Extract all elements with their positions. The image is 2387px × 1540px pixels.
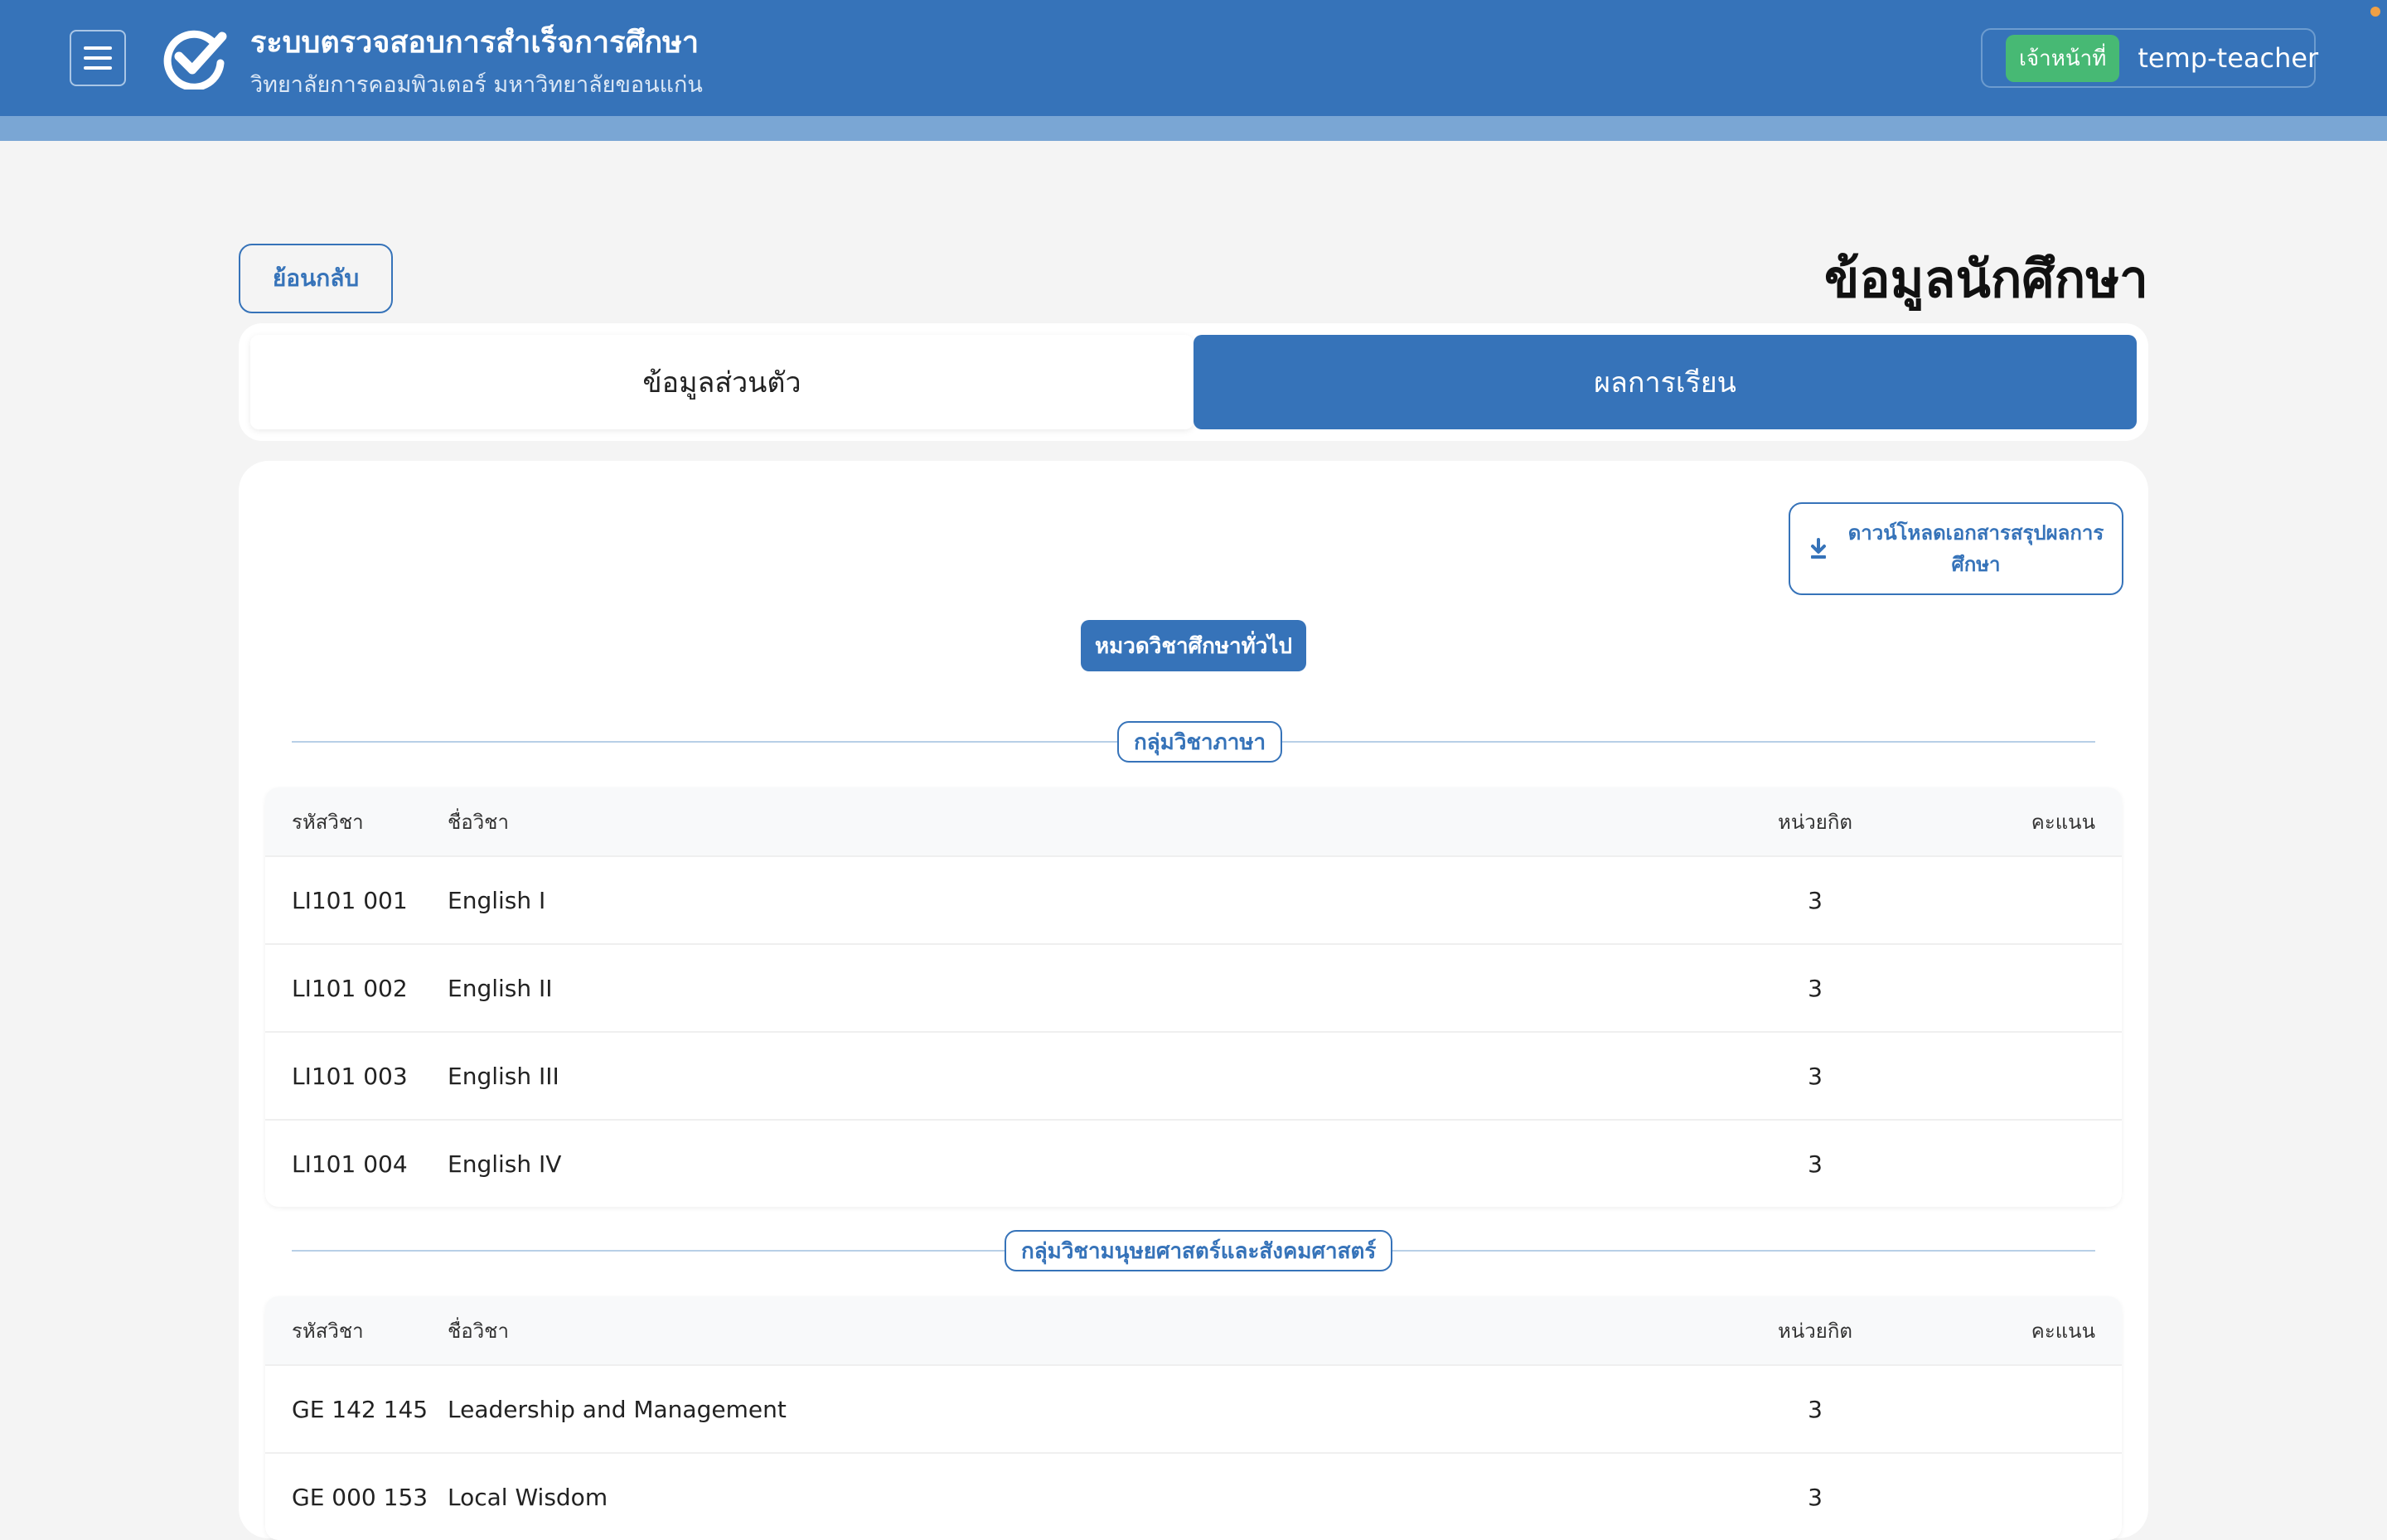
course-credit: 3	[1808, 1483, 1823, 1511]
tab-academic-results[interactable]: ผลการเรียน	[1194, 335, 2137, 429]
course-name: Leadership and Management	[448, 1395, 787, 1423]
column-header-code: รหัสวิชา	[292, 1319, 364, 1343]
course-code: LI101 003	[292, 1062, 408, 1090]
hamburger-icon-line	[84, 66, 112, 70]
column-header-credit: หน่วยกิต	[1778, 810, 1852, 834]
results-card: ดาวน์โหลดเอกสารสรุปผลการศึกษา หมวดวิชาศึ…	[239, 461, 2148, 1540]
table-row: GE 000 153 Local Wisdom 3	[265, 1452, 2122, 1540]
top-navbar: ระบบตรวจสอบการสำเร็จการศึกษา วิทยาลัยการ…	[0, 0, 2387, 116]
column-header-code: รหัสวิชา	[292, 810, 364, 834]
download-summary-label: ดาวน์โหลดเอกสารสรุปผลการศึกษา	[1847, 521, 2104, 576]
course-name: English IV	[448, 1150, 562, 1178]
group-label-humanities: กลุ่มวิชามนุษยศาสตร์และสังคมศาสตร์	[1005, 1230, 1393, 1271]
sub-navbar	[0, 116, 2387, 141]
table-header: รหัสวิชา ชื่อวิชา หน่วยกิต คะแนน	[265, 787, 2122, 855]
page-title: ข้อมูลนักศึกษา	[1824, 249, 2148, 309]
table-row: LI101 003 English III 3	[265, 1031, 2122, 1119]
course-credit: 3	[1808, 1395, 1823, 1423]
course-credit: 3	[1808, 1150, 1823, 1178]
courses-table-humanities: รหัสวิชา ชื่อวิชา หน่วยกิต คะแนน GE 142 …	[265, 1296, 2122, 1540]
column-header-credit: หน่วยกิต	[1778, 1319, 1852, 1343]
hamburger-icon-line	[84, 46, 112, 50]
course-code: LI101 001	[292, 886, 408, 914]
app-subtitle: วิทยาลัยการคอมพิวเตอร์ มหาวิทยาลัยขอนแก่…	[250, 72, 703, 98]
download-icon	[1811, 538, 1826, 559]
download-summary-button[interactable]: ดาวน์โหลดเอกสารสรุปผลการศึกษา	[1789, 502, 2123, 595]
column-header-name: ชื่อวิชา	[448, 810, 509, 834]
course-name: Local Wisdom	[448, 1483, 608, 1511]
table-row: LI101 002 English II 3	[265, 943, 2122, 1031]
course-code: LI101 002	[292, 974, 408, 1002]
app-title: ระบบตรวจสอบการสำเร็จการศึกษา	[250, 26, 700, 60]
notification-dot-icon	[2370, 7, 2380, 17]
column-header-score: คะแนน	[2031, 810, 2095, 834]
hamburger-icon-line	[84, 56, 112, 60]
category-general-education[interactable]: หมวดวิชาศึกษาทั่วไป	[1081, 620, 1306, 671]
table-row: LI101 004 English IV 3	[265, 1119, 2122, 1207]
course-code: GE 000 153	[292, 1483, 428, 1511]
check-circle-icon	[163, 30, 227, 90]
table-row: LI101 001 English I 3	[265, 855, 2122, 943]
course-credit: 3	[1808, 974, 1823, 1002]
table-header: รหัสวิชา ชื่อวิชา หน่วยกิต คะแนน	[265, 1296, 2122, 1364]
course-credit: 3	[1808, 1062, 1823, 1090]
course-code: GE 142 145	[292, 1395, 428, 1423]
course-credit: 3	[1808, 886, 1823, 914]
course-name: English I	[448, 886, 546, 914]
course-name: English III	[448, 1062, 559, 1090]
back-button[interactable]: ย้อนกลับ	[239, 244, 393, 313]
course-code: LI101 004	[292, 1150, 408, 1178]
user-menu[interactable]: เจ้าหน้าที่ temp-teacher	[1981, 28, 2319, 88]
group-label-language: กลุ่มวิชาภาษา	[1117, 721, 1283, 763]
courses-table-language: รหัสวิชา ชื่อวิชา หน่วยกิต คะแนน LI101 0…	[265, 787, 2122, 1207]
tab-bar: ข้อมูลส่วนตัว ผลการเรียน	[239, 323, 2148, 441]
column-header-name: ชื่อวิชา	[448, 1319, 509, 1343]
menu-button[interactable]	[70, 30, 126, 86]
column-header-score: คะแนน	[2031, 1319, 2095, 1343]
course-name: English II	[448, 974, 553, 1002]
table-row: GE 142 145 Leadership and Management 3	[265, 1364, 2122, 1452]
tab-personal-info[interactable]: ข้อมูลส่วนตัว	[250, 335, 1194, 429]
role-badge: เจ้าหน้าที่	[2006, 34, 2120, 82]
username: temp-teacher	[2138, 42, 2319, 74]
